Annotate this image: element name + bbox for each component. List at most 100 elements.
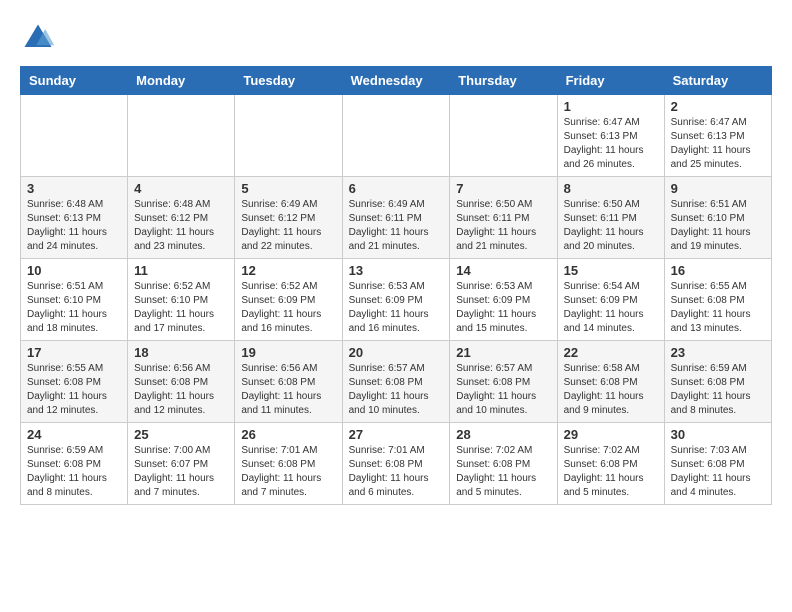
calendar-header-row: SundayMondayTuesdayWednesdayThursdayFrid… — [21, 67, 772, 95]
day-number: 27 — [349, 427, 444, 442]
calendar-cell: 7 Sunrise: 6:50 AM Sunset: 6:11 PM Daylig… — [450, 177, 557, 259]
calendar-table: SundayMondayTuesdayWednesdayThursdayFrid… — [20, 66, 772, 505]
day-info: Sunrise: 6:49 AM Sunset: 6:12 PM Dayligh… — [241, 198, 335, 254]
calendar-cell — [21, 95, 128, 177]
calendar-cell: 27 Sunrise: 7:01 AM Sunset: 6:08 PM Dayli… — [342, 423, 450, 505]
day-number: 10 — [27, 263, 121, 278]
day-info: Sunrise: 7:03 AM Sunset: 6:08 PM Dayligh… — [671, 444, 765, 500]
calendar-cell: 25 Sunrise: 7:00 AM Sunset: 6:07 PM Dayli… — [128, 423, 235, 505]
calendar-cell: 23 Sunrise: 6:59 AM Sunset: 6:08 PM Dayli… — [664, 341, 771, 423]
day-number: 12 — [241, 263, 335, 278]
day-info: Sunrise: 6:57 AM Sunset: 6:08 PM Dayligh… — [349, 362, 444, 418]
day-info: Sunrise: 6:55 AM Sunset: 6:08 PM Dayligh… — [27, 362, 121, 418]
calendar-cell — [450, 95, 557, 177]
calendar-cell: 16 Sunrise: 6:55 AM Sunset: 6:08 PM Dayli… — [664, 259, 771, 341]
day-number: 8 — [564, 181, 658, 196]
calendar-cell: 19Sunrise: 6:56 AM Sunset: 6:08 PM Dayli… — [235, 341, 342, 423]
day-number: 14 — [456, 263, 550, 278]
calendar-cell: 22Sunrise: 6:58 AM Sunset: 6:08 PM Dayli… — [557, 341, 664, 423]
calendar-header-thursday: Thursday — [450, 67, 557, 95]
calendar-cell: 30 Sunrise: 7:03 AM Sunset: 6:08 PM Dayli… — [664, 423, 771, 505]
day-number: 6 — [349, 181, 444, 196]
day-info: Sunrise: 6:52 AM Sunset: 6:10 PM Dayligh… — [134, 280, 228, 336]
calendar-cell: 20 Sunrise: 6:57 AM Sunset: 6:08 PM Dayli… — [342, 341, 450, 423]
day-info: Sunrise: 6:55 AM Sunset: 6:08 PM Dayligh… — [671, 280, 765, 336]
day-number: 5 — [241, 181, 335, 196]
day-number: 21 — [456, 345, 550, 360]
day-number: 3 — [27, 181, 121, 196]
day-info: Sunrise: 6:50 AM Sunset: 6:11 PM Dayligh… — [564, 198, 658, 254]
day-number: 25 — [134, 427, 228, 442]
calendar-cell: 1 Sunrise: 6:47 AM Sunset: 6:13 PM Daylig… — [557, 95, 664, 177]
calendar-header-tuesday: Tuesday — [235, 67, 342, 95]
day-number: 16 — [671, 263, 765, 278]
day-number: 2 — [671, 99, 765, 114]
calendar-week-4: 17 Sunrise: 6:55 AM Sunset: 6:08 PM Dayli… — [21, 341, 772, 423]
calendar-cell: 4Sunrise: 6:48 AM Sunset: 6:12 PM Daylig… — [128, 177, 235, 259]
day-info: Sunrise: 6:48 AM Sunset: 6:12 PM Dayligh… — [134, 198, 228, 254]
day-info: Sunrise: 6:53 AM Sunset: 6:09 PM Dayligh… — [349, 280, 444, 336]
day-number: 20 — [349, 345, 444, 360]
calendar-cell — [128, 95, 235, 177]
day-info: Sunrise: 6:50 AM Sunset: 6:11 PM Dayligh… — [456, 198, 550, 254]
calendar-week-2: 3 Sunrise: 6:48 AM Sunset: 6:13 PM Daylig… — [21, 177, 772, 259]
day-info: Sunrise: 6:53 AM Sunset: 6:09 PM Dayligh… — [456, 280, 550, 336]
calendar-cell: 24 Sunrise: 6:59 AM Sunset: 6:08 PM Dayli… — [21, 423, 128, 505]
calendar-header-saturday: Saturday — [664, 67, 771, 95]
day-number: 11 — [134, 263, 228, 278]
calendar-cell: 13 Sunrise: 6:53 AM Sunset: 6:09 PM Dayli… — [342, 259, 450, 341]
calendar-cell — [342, 95, 450, 177]
calendar-cell: 17 Sunrise: 6:55 AM Sunset: 6:08 PM Dayli… — [21, 341, 128, 423]
day-info: Sunrise: 6:54 AM Sunset: 6:09 PM Dayligh… — [564, 280, 658, 336]
day-info: Sunrise: 6:52 AM Sunset: 6:09 PM Dayligh… — [241, 280, 335, 336]
day-info: Sunrise: 6:51 AM Sunset: 6:10 PM Dayligh… — [671, 198, 765, 254]
day-number: 19 — [241, 345, 335, 360]
calendar-cell: 12 Sunrise: 6:52 AM Sunset: 6:09 PM Dayli… — [235, 259, 342, 341]
logo-icon — [20, 20, 56, 56]
calendar-cell: 29 Sunrise: 7:02 AM Sunset: 6:08 PM Dayli… — [557, 423, 664, 505]
day-info: Sunrise: 6:47 AM Sunset: 6:13 PM Dayligh… — [564, 116, 658, 172]
day-number: 7 — [456, 181, 550, 196]
calendar-header-wednesday: Wednesday — [342, 67, 450, 95]
day-info: Sunrise: 6:56 AM Sunset: 6:08 PM Dayligh… — [134, 362, 228, 418]
day-info: Sunrise: 7:01 AM Sunset: 6:08 PM Dayligh… — [241, 444, 335, 500]
calendar-week-5: 24 Sunrise: 6:59 AM Sunset: 6:08 PM Dayli… — [21, 423, 772, 505]
calendar-cell: 8 Sunrise: 6:50 AM Sunset: 6:11 PM Daylig… — [557, 177, 664, 259]
day-info: Sunrise: 6:59 AM Sunset: 6:08 PM Dayligh… — [27, 444, 121, 500]
calendar-cell: 11 Sunrise: 6:52 AM Sunset: 6:10 PM Dayli… — [128, 259, 235, 341]
day-number: 24 — [27, 427, 121, 442]
day-number: 29 — [564, 427, 658, 442]
calendar-cell: 10Sunrise: 6:51 AM Sunset: 6:10 PM Dayli… — [21, 259, 128, 341]
day-info: Sunrise: 6:47 AM Sunset: 6:13 PM Dayligh… — [671, 116, 765, 172]
logo — [20, 20, 62, 56]
day-number: 28 — [456, 427, 550, 442]
day-info: Sunrise: 7:02 AM Sunset: 6:08 PM Dayligh… — [564, 444, 658, 500]
day-info: Sunrise: 6:59 AM Sunset: 6:08 PM Dayligh… — [671, 362, 765, 418]
calendar-cell: 14 Sunrise: 6:53 AM Sunset: 6:09 PM Dayli… — [450, 259, 557, 341]
calendar-cell: 18 Sunrise: 6:56 AM Sunset: 6:08 PM Dayli… — [128, 341, 235, 423]
calendar-cell: 9 Sunrise: 6:51 AM Sunset: 6:10 PM Daylig… — [664, 177, 771, 259]
day-number: 22 — [564, 345, 658, 360]
day-info: Sunrise: 6:48 AM Sunset: 6:13 PM Dayligh… — [27, 198, 121, 254]
day-number: 17 — [27, 345, 121, 360]
day-number: 9 — [671, 181, 765, 196]
day-number: 13 — [349, 263, 444, 278]
day-info: Sunrise: 7:01 AM Sunset: 6:08 PM Dayligh… — [349, 444, 444, 500]
calendar-cell: 26 Sunrise: 7:01 AM Sunset: 6:08 PM Dayli… — [235, 423, 342, 505]
day-number: 15 — [564, 263, 658, 278]
day-number: 1 — [564, 99, 658, 114]
day-info: Sunrise: 7:02 AM Sunset: 6:08 PM Dayligh… — [456, 444, 550, 500]
calendar-cell: 5 Sunrise: 6:49 AM Sunset: 6:12 PM Daylig… — [235, 177, 342, 259]
day-info: Sunrise: 7:00 AM Sunset: 6:07 PM Dayligh… — [134, 444, 228, 500]
calendar-cell: 6 Sunrise: 6:49 AM Sunset: 6:11 PM Daylig… — [342, 177, 450, 259]
day-number: 30 — [671, 427, 765, 442]
day-number: 23 — [671, 345, 765, 360]
page-header — [20, 20, 772, 56]
calendar-week-1: 1 Sunrise: 6:47 AM Sunset: 6:13 PM Daylig… — [21, 95, 772, 177]
day-info: Sunrise: 6:49 AM Sunset: 6:11 PM Dayligh… — [349, 198, 444, 254]
day-number: 26 — [241, 427, 335, 442]
day-number: 18 — [134, 345, 228, 360]
calendar-week-3: 10Sunrise: 6:51 AM Sunset: 6:10 PM Dayli… — [21, 259, 772, 341]
calendar-cell — [235, 95, 342, 177]
calendar-cell: 28 Sunrise: 7:02 AM Sunset: 6:08 PM Dayli… — [450, 423, 557, 505]
